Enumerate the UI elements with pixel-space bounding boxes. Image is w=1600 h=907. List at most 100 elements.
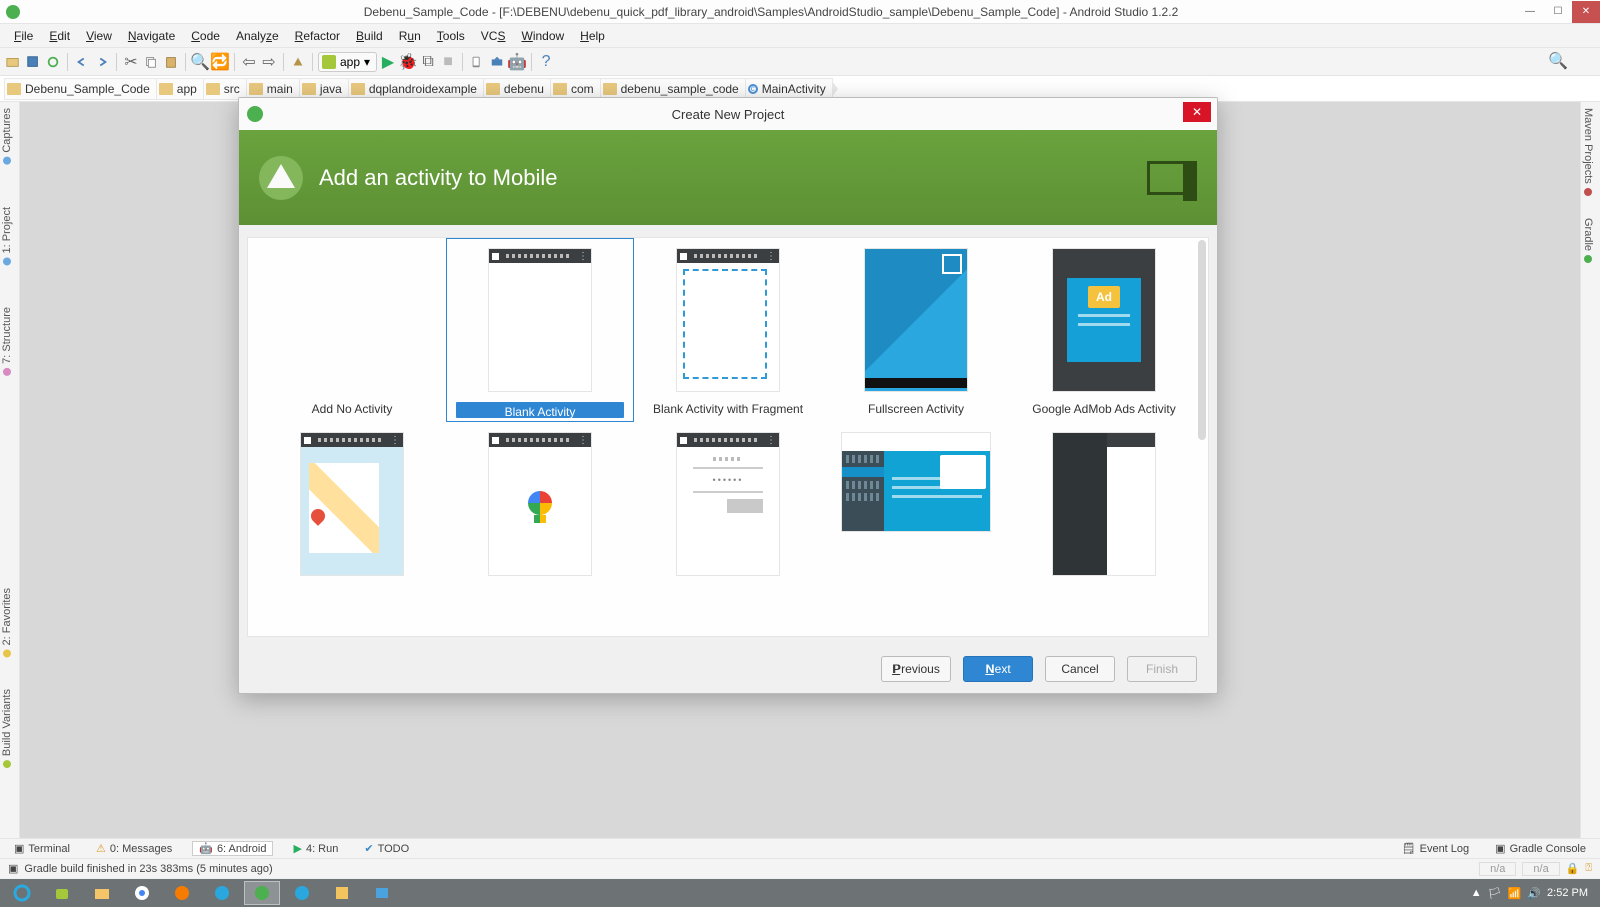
menu-tools[interactable]: Tools [429,27,473,45]
activity-tile-no-activity[interactable]: Add No Activity [258,238,446,422]
paste-icon[interactable] [162,53,180,71]
android-icon: 🤖 [199,842,213,855]
folder-icon [553,83,567,95]
taskbar-pictures-icon[interactable] [364,881,400,905]
cancel-button[interactable]: Cancel [1045,656,1115,682]
dock-tab-android[interactable]: 🤖6: Android [192,841,273,856]
dialog-titlebar: Create New Project ✕ [239,98,1217,130]
ddms-icon[interactable]: 🤖 [508,53,526,71]
activity-tile-blank[interactable]: ⋮ Blank Activity [446,238,634,422]
menu-refactor[interactable]: Refactor [287,27,348,45]
structure-icon [3,368,11,376]
run-icon[interactable]: ▶ [379,53,397,71]
save-all-icon[interactable] [24,53,42,71]
taskbar-android-icon[interactable] [44,881,80,905]
menu-file[interactable]: File [6,27,41,45]
copy-icon[interactable] [142,53,160,71]
tile-caption: Blank Activity with Fragment [653,402,803,418]
search-everywhere-icon[interactable]: 🔍 [1548,51,1568,71]
activity-tile-login[interactable]: ⋮•••••• [634,422,822,606]
main-toolbar: ✂ 🔍 🔁 ⇦ ⇨ app ▾ ▶ 🐞 ⧉ ■ 🤖 ? 🔍 [0,48,1600,76]
activity-tile-blank-fragment[interactable]: ⋮ Blank Activity with Fragment [634,238,822,422]
dock-tab-build-variants[interactable]: Build Variants [0,683,14,774]
taskbar-firefox-icon[interactable] [164,881,200,905]
dock-tab-run[interactable]: ▶4: Run [287,842,344,855]
debug-icon[interactable]: 🐞 [399,53,417,71]
run-config-combo[interactable]: app ▾ [318,52,377,72]
activity-tile-fullscreen[interactable]: Fullscreen Activity [822,238,1010,422]
menu-help[interactable]: Help [572,27,613,45]
dock-tab-captures[interactable]: Captures [0,102,14,171]
open-icon[interactable] [4,53,22,71]
taskbar-explorer-icon[interactable] [84,881,120,905]
attach-debugger-icon[interactable]: ⧉ [419,53,437,71]
tray-network-icon[interactable]: 📶 [1508,887,1522,900]
taskbar-chrome-icon[interactable] [124,881,160,905]
dock-tab-todo[interactable]: ✔TODO [358,842,415,855]
previous-button[interactable]: PPrevious [881,656,951,682]
menu-build[interactable]: Build [348,27,391,45]
replace-icon[interactable]: 🔁 [211,53,229,71]
dock-tab-maven[interactable]: Maven Projects [1581,102,1595,202]
menu-vcs[interactable]: VCS [473,27,514,45]
back-icon[interactable]: ⇦ [240,53,258,71]
taskbar-notes-icon[interactable] [324,881,360,905]
activity-tile-master-detail[interactable] [822,422,1010,606]
find-icon[interactable]: 🔍 [191,53,209,71]
dock-tab-favorites[interactable]: 2: Favorites [0,582,14,663]
android-icon [322,55,336,69]
sync-icon[interactable] [44,53,62,71]
window-close-button[interactable]: ✕ [1572,1,1600,23]
window-maximize-button[interactable]: ☐ [1544,1,1572,23]
tile-caption: Google AdMob Ads Activity [1032,402,1175,418]
make-project-icon[interactable] [289,53,307,71]
dock-tab-gradle-console[interactable]: ▣Gradle Console [1489,842,1592,855]
toggle-toolwindows-icon[interactable]: ▣ [8,862,18,875]
cut-icon[interactable]: ✂ [122,53,140,71]
dialog-title: Create New Project [672,107,785,122]
tray-volume-icon[interactable]: 🔊 [1527,887,1541,900]
taskbar-app4-icon[interactable] [204,881,240,905]
dialog-button-bar: PPrevious NNext Cancel Finish [239,645,1217,693]
sdk-manager-icon[interactable] [488,53,506,71]
dock-tab-terminal[interactable]: ▣Terminal [8,842,76,855]
activity-tile-play-services[interactable]: ⋮ [446,422,634,606]
dock-tab-eventlog[interactable]: 🗒Event Log [1396,842,1476,855]
activity-tile-admob[interactable]: Ad Google AdMob Ads Activity [1010,238,1198,422]
system-tray: ▲ 🏳 📶 🔊 2:52 PM [1471,887,1596,900]
stop-icon[interactable]: ■ [439,53,457,71]
crumb[interactable]: app [157,78,204,100]
forward-icon[interactable]: ⇨ [260,53,278,71]
dock-tab-structure[interactable]: 7: Structure [0,301,14,382]
menu-navigate[interactable]: Navigate [120,27,183,45]
taskbar-app5-icon[interactable] [284,881,320,905]
tray-up-icon[interactable]: ▲ [1471,887,1482,899]
read-only-lock-icon[interactable]: 🔒 [1566,862,1580,875]
menu-edit[interactable]: Edit [41,27,78,45]
menu-code[interactable]: Code [183,27,228,45]
crumb[interactable]: Debenu_Sample_Code [4,78,157,100]
activity-tile-maps[interactable]: ⋮ [258,422,446,606]
taskbar-android-studio-icon[interactable] [244,881,280,905]
taskbar-clock[interactable]: 2:52 PM [1547,887,1588,899]
next-button[interactable]: NNext [963,656,1033,682]
avd-manager-icon[interactable] [468,53,486,71]
dock-tab-project[interactable]: 1: Project [0,201,14,271]
dialog-close-button[interactable]: ✕ [1183,102,1211,122]
taskbar-ie-icon[interactable] [4,881,40,905]
redo-icon[interactable] [93,53,111,71]
menu-analyze[interactable]: Analyze [228,27,287,45]
status-bar: ▣ Gradle build finished in 23s 383ms (5 … [0,858,1600,878]
undo-icon[interactable] [73,53,91,71]
activity-tile-nav-drawer[interactable] [1010,422,1198,606]
menu-view[interactable]: View [78,27,120,45]
dock-tab-messages[interactable]: ⚠0: Messages [90,842,178,855]
dock-tab-gradle[interactable]: Gradle [1581,212,1595,269]
help-icon[interactable]: ? [537,53,555,71]
hints-icon[interactable]: ⍰ [1585,862,1592,875]
menu-window[interactable]: Window [513,27,572,45]
status-na-2: n/a [1522,862,1559,876]
tray-flag-icon[interactable]: 🏳 [1488,887,1502,900]
menu-run[interactable]: Run [391,27,429,45]
window-minimize-button[interactable]: — [1516,1,1544,23]
